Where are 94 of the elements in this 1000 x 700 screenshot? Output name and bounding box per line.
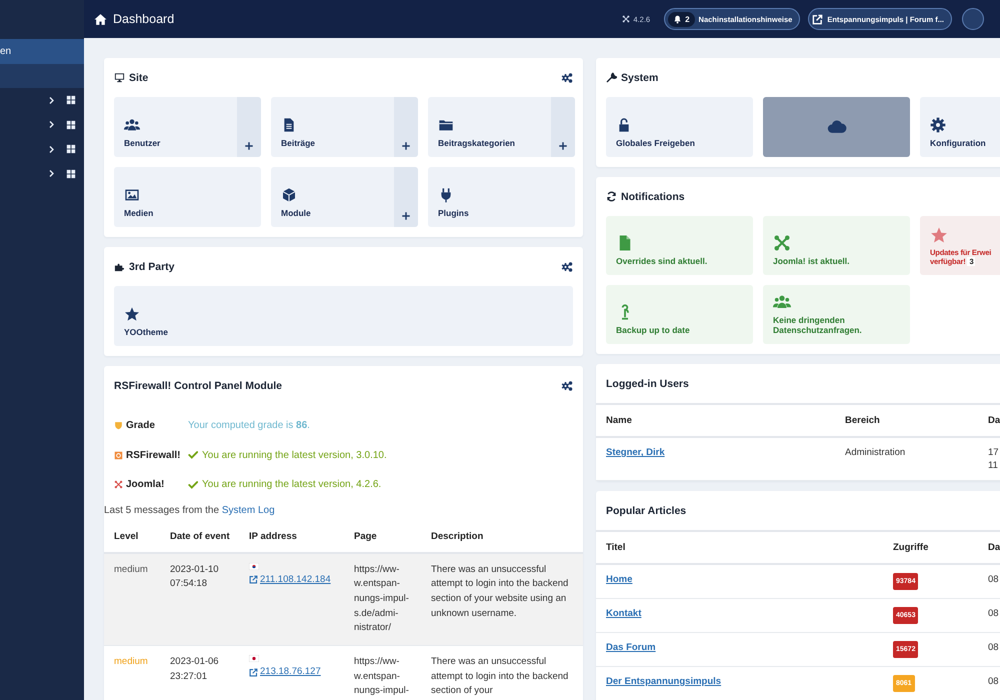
sidebar-item[interactable]: en: [0, 39, 84, 64]
status-label: RSFirewall!: [126, 450, 180, 461]
notification-tile[interactable]: Backup up to date: [606, 285, 753, 344]
star-icon: [930, 226, 948, 244]
user-link[interactable]: Stegner, Dirk: [606, 447, 665, 458]
card-title: RSFirewall! Control Panel Module: [114, 380, 284, 392]
page-url: https://ww-w.entspan-nungs-impul-: [354, 656, 409, 696]
settings-icon: [561, 380, 573, 392]
card-title: Logged-in Users: [606, 378, 690, 390]
module-tile[interactable]: Benutzer: [114, 97, 261, 157]
check-icon: [188, 480, 198, 490]
monitor-icon: [114, 72, 125, 83]
description-text: There was an unsuccessful attempt to login into the backend section of your website using an unknown username.: [431, 564, 568, 619]
grid-icon: [66, 168, 76, 179]
date-text: 08: [988, 608, 999, 619]
grid-icon: [66, 120, 76, 130]
grid-icon: [66, 95, 76, 106]
ip-link[interactable]: 213.18.76.127: [249, 665, 344, 680]
module-tile[interactable]: Globales Freigeben: [606, 97, 753, 157]
date-text: 11: [988, 460, 998, 471]
chevron-icon: [47, 120, 56, 130]
module-tile[interactable]: Beitragskategorien: [428, 97, 575, 157]
external-link-icon: [249, 575, 258, 584]
column-header: Titel: [596, 531, 883, 564]
status-label: Joomla!: [126, 479, 164, 490]
status-message: Your computed grade is 86.: [188, 420, 310, 432]
module-tile[interactable]: Beiträge: [271, 97, 418, 157]
system-log-link[interactable]: System Log: [222, 505, 275, 516]
card-title: Notifications: [621, 190, 686, 202]
date-text: 08: [988, 676, 999, 687]
module-tile[interactable]: Medien: [114, 167, 261, 227]
article-link[interactable]: Das Forum: [606, 642, 656, 653]
module-tile[interactable]: Plugins: [428, 167, 575, 227]
module-tile[interactable]: YOOtheme: [114, 286, 573, 346]
plus-icon: [401, 211, 411, 221]
area-text: Administration: [845, 447, 906, 458]
chevron-icon: [47, 144, 56, 154]
article-link[interactable]: Kontakt: [606, 608, 642, 619]
status-message: You are running the latest version, 3.0.10.: [202, 450, 387, 461]
rsfirewall-logo-icon: [114, 450, 123, 460]
chevron-icon: [47, 169, 56, 178]
bell-icon: [673, 14, 682, 24]
check-icon: [188, 450, 198, 460]
refresh-icon: [606, 191, 617, 202]
user-menu-button[interactable]: [962, 8, 984, 30]
log-intro-text: Last 5 messages from the System Log: [104, 504, 276, 518]
grid-icon: [66, 144, 76, 154]
star-icon: [124, 306, 140, 322]
page-url: https://ww-w.entspan-nungs-impul-s.de/admi-nistrator/: [354, 564, 409, 634]
ip-link[interactable]: 211.108.142.184: [249, 572, 344, 588]
joomla-icon: [114, 480, 123, 490]
date-text: 08: [988, 642, 999, 653]
users-icon: [773, 293, 791, 311]
card-title: Popular Articles: [606, 504, 688, 516]
card-title: 3rd Party: [129, 260, 176, 272]
module-tile[interactable]: Konfiguration: [920, 97, 1000, 157]
page-title: Dashboard: [113, 12, 176, 26]
cube-icon: [281, 187, 297, 203]
level-text: medium: [114, 564, 148, 574]
shield-icon: [114, 421, 123, 430]
date-text: 17: [988, 447, 999, 458]
chevron-icon: [47, 96, 56, 105]
article-link[interactable]: Der Entspannungsimpuls: [606, 676, 722, 687]
status-message: You are running the latest version, 4.2.6.: [202, 479, 382, 490]
puzzle-icon: [114, 261, 125, 272]
plus-icon: [401, 141, 411, 151]
wrench-icon: [606, 72, 617, 83]
level-text: medium: [114, 656, 148, 668]
module-tile[interactable]: Module: [271, 167, 418, 227]
notification-tile[interactable]: Joomla! ist aktuell.: [763, 216, 910, 275]
gear-icon: [930, 117, 946, 133]
users-icon: [124, 117, 140, 133]
flag-icon: [249, 655, 259, 662]
knot-icon: [773, 234, 791, 252]
status-label: Grade: [126, 420, 155, 432]
settings-icon: [561, 72, 573, 84]
article-link[interactable]: Home: [606, 574, 632, 585]
plus-icon: [244, 141, 254, 151]
settings-icon: [561, 260, 573, 272]
notification-tile[interactable]: Overrides sind aktuell.: [606, 216, 753, 275]
date-text: 2023-01-06 23:27:01: [170, 656, 219, 682]
card-title: System: [621, 72, 660, 84]
date-text: 08: [988, 574, 999, 585]
external-link-icon: [812, 14, 824, 24]
date-text: 2023-01-10 07:54:18: [170, 564, 219, 590]
plus-icon: [558, 141, 568, 151]
image-icon: [124, 187, 140, 203]
home-icon: [94, 12, 107, 26]
description-text: There was an unsuccessful attempt to login into the backend section of your: [431, 656, 568, 696]
card-title: Site: [129, 72, 150, 84]
flag-icon: [249, 562, 259, 570]
joomla-icon: [622, 15, 630, 23]
external-link-icon: [249, 668, 258, 677]
notification-tile[interactable]: Keine dringenden Datenschutzanfragen.: [763, 285, 910, 344]
